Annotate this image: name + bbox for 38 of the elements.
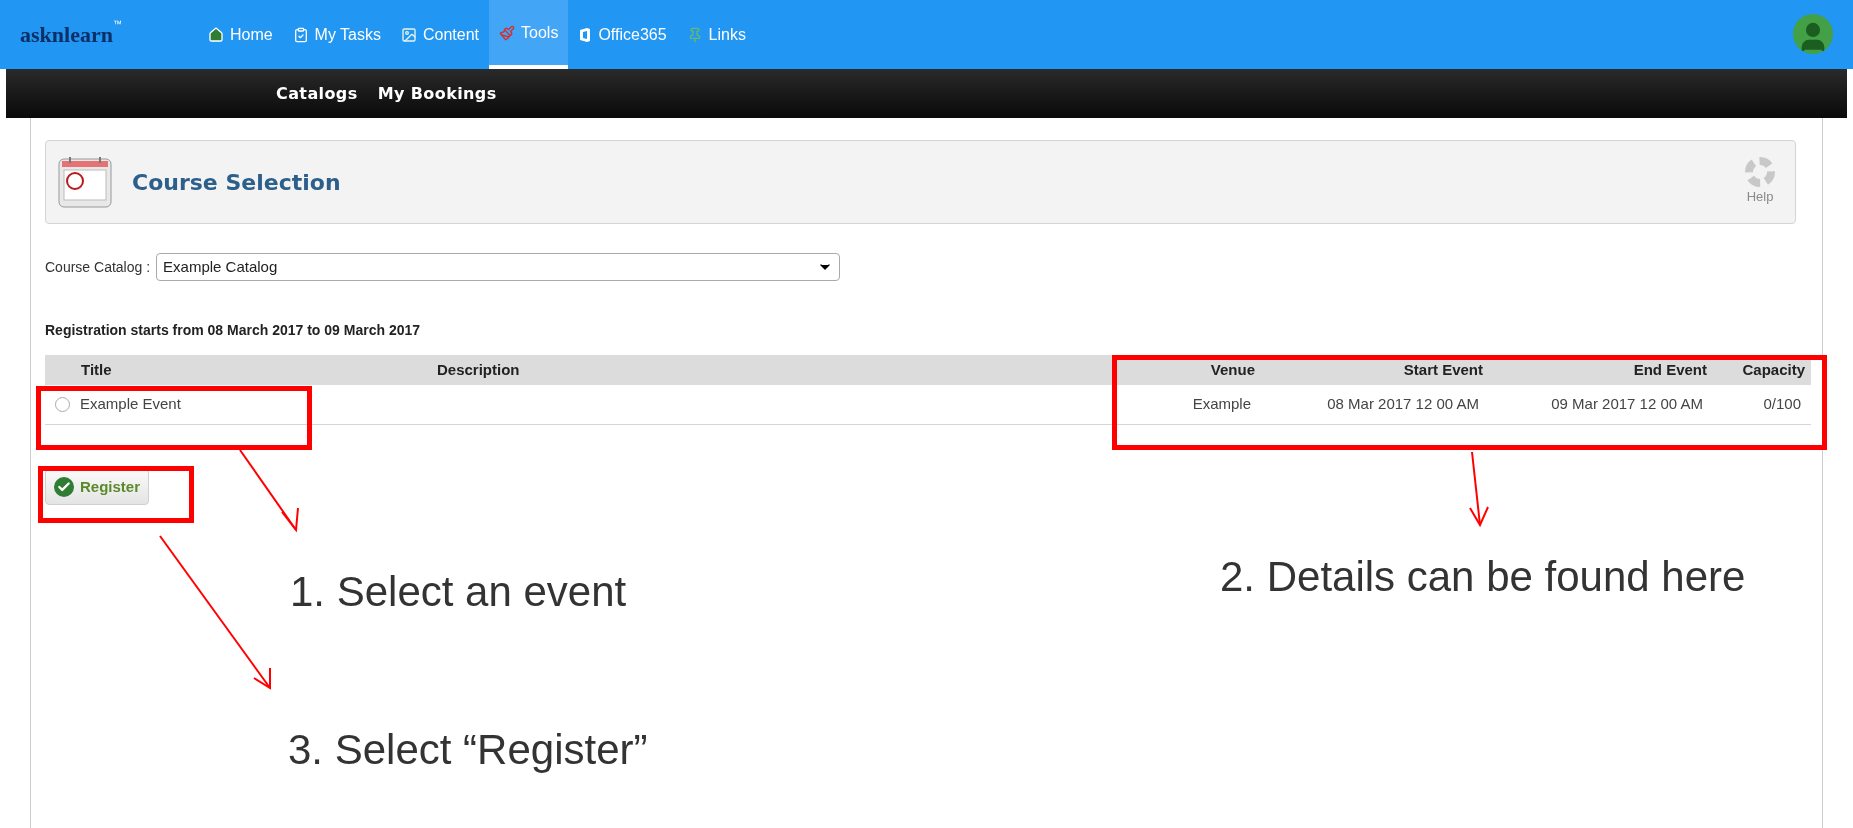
clipboard-check-icon bbox=[292, 26, 309, 43]
trademark-mark: ™ bbox=[112, 18, 122, 29]
office-icon bbox=[578, 26, 593, 43]
lifebuoy-icon bbox=[1745, 157, 1775, 188]
nav-tab[interactable]: Office365 bbox=[568, 0, 677, 69]
annotation-text: 1. Select an event bbox=[290, 567, 627, 617]
nav-tab[interactable]: Home bbox=[197, 0, 283, 69]
register-button[interactable]: Register bbox=[45, 469, 150, 505]
registration-note: Registration starts from 08 March 2017 to 09 March 2017 bbox=[45, 321, 422, 340]
table-cell-text: Example Event bbox=[80, 394, 181, 415]
radio-button[interactable] bbox=[55, 397, 70, 412]
nav-tab[interactable]: Links bbox=[676, 0, 756, 69]
column-header: Description bbox=[436, 359, 520, 380]
table-cell-text: 0/100 bbox=[1763, 394, 1802, 415]
sub-nav-link[interactable]: Catalogs bbox=[276, 81, 358, 106]
picture-icon bbox=[401, 26, 417, 43]
catalog-dropdown[interactable]: Example Catalog bbox=[156, 253, 841, 281]
catalog-label: Course Catalog : bbox=[45, 257, 151, 277]
annotation-text: 2. Details can be found here bbox=[1220, 552, 1746, 602]
avatar[interactable] bbox=[1793, 14, 1833, 54]
table-cell-text: Example bbox=[1192, 394, 1252, 415]
column-header: Capacity bbox=[1742, 359, 1806, 380]
table-cell-text: 08 Mar 2017 12 00 AM bbox=[1327, 394, 1480, 415]
house-icon bbox=[207, 26, 224, 43]
annotation-text: 3. Select “Register” bbox=[288, 725, 648, 775]
nav-tab[interactable]: Content bbox=[391, 0, 490, 69]
logo: asknlearn bbox=[20, 21, 113, 49]
nav-tab[interactable]: Tools bbox=[489, 0, 569, 69]
column-header: Title bbox=[80, 359, 112, 380]
column-header: Start Event bbox=[1403, 359, 1484, 380]
column-header: Venue bbox=[1210, 359, 1256, 380]
table-cell-text: 09 Mar 2017 12 00 AM bbox=[1551, 394, 1704, 415]
paintbrush-icon bbox=[499, 24, 516, 41]
page-title: Course Selection bbox=[132, 168, 341, 197]
nav-tab[interactable]: My Tasks bbox=[282, 0, 391, 69]
help-button[interactable]: Help bbox=[1745, 157, 1775, 207]
column-header: End Event bbox=[1633, 359, 1708, 380]
sub-nav-link[interactable]: My Bookings bbox=[377, 81, 497, 106]
